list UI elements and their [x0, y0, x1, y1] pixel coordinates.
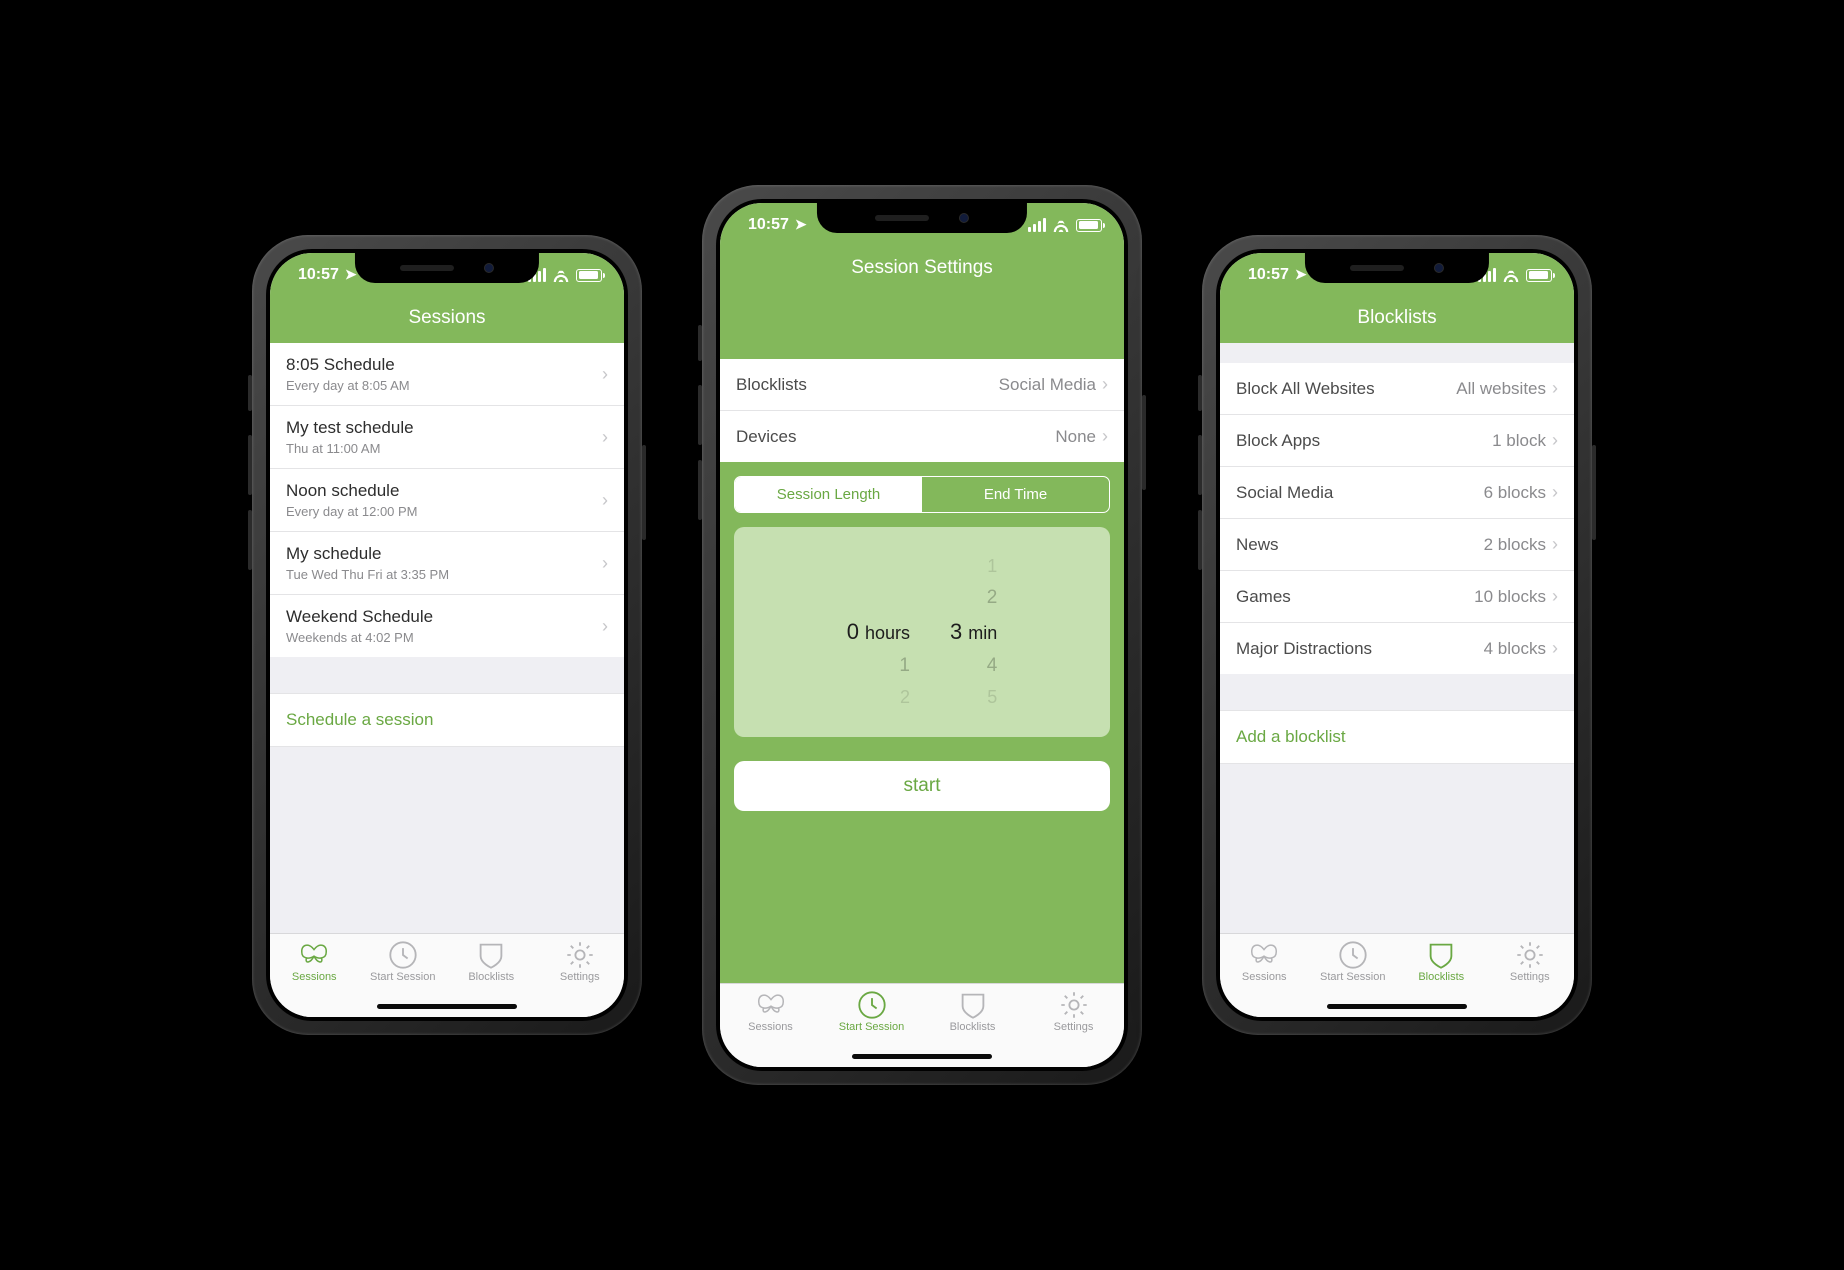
wifi-icon	[1502, 268, 1520, 282]
minutes-wheel[interactable]: 1 2 3min 4 5	[950, 556, 997, 708]
wifi-icon	[1052, 218, 1070, 232]
tab-blocklists[interactable]: Blocklists	[922, 992, 1023, 1033]
hours-wheel[interactable]: 0hours 1 2	[847, 556, 910, 708]
phone-session-settings: 10:57 ➤ Session Settings Blocklists Soci…	[702, 185, 1142, 1085]
gear-icon	[565, 942, 595, 968]
blocklist-row[interactable]: Social Media 6 blocks›	[1220, 467, 1574, 519]
status-time: 10:57	[1248, 266, 1289, 284]
session-row[interactable]: Noon scheduleEvery day at 12:00 PM ›	[270, 469, 624, 532]
tab-settings[interactable]: Settings	[536, 942, 625, 983]
notch	[355, 253, 539, 283]
chevron-right-icon: ›	[1552, 638, 1558, 658]
battery-icon	[1076, 219, 1102, 232]
clock-icon	[388, 942, 418, 968]
segment-end-time[interactable]: End Time	[922, 477, 1109, 512]
shield-icon	[958, 992, 988, 1018]
tab-bar: Sessions Start Session Blocklists Settin…	[1220, 933, 1574, 1017]
tab-start-session[interactable]: Start Session	[821, 992, 922, 1033]
add-blocklist-button[interactable]: Add a blocklist	[1220, 710, 1574, 764]
tab-sessions[interactable]: Sessions	[720, 992, 821, 1033]
blocklist-row[interactable]: Block Apps 1 block›	[1220, 415, 1574, 467]
chevron-right-icon: ›	[1102, 426, 1108, 446]
chevron-right-icon: ›	[602, 364, 608, 385]
tab-start-session[interactable]: Start Session	[1309, 942, 1398, 983]
session-row[interactable]: Weekend ScheduleWeekends at 4:02 PM ›	[270, 595, 624, 657]
shield-icon	[476, 942, 506, 968]
chevron-right-icon: ›	[602, 616, 608, 637]
chevron-right-icon: ›	[1552, 430, 1558, 450]
home-indicator[interactable]	[377, 1004, 517, 1009]
status-time: 10:57	[748, 216, 789, 234]
butterfly-icon	[1249, 942, 1279, 968]
session-row[interactable]: 8:05 ScheduleEvery day at 8:05 AM ›	[270, 343, 624, 406]
sessions-list: 8:05 ScheduleEvery day at 8:05 AM › My t…	[270, 343, 624, 657]
battery-icon	[1526, 269, 1552, 282]
location-icon: ➤	[795, 216, 807, 233]
duration-picker[interactable]: 0hours 1 2 1 2 3min 4 5	[734, 527, 1110, 737]
duration-mode-segmented: Session Length End Time	[734, 476, 1110, 513]
page-title: Session Settings	[720, 247, 1124, 293]
chevron-right-icon: ›	[602, 427, 608, 448]
tab-settings[interactable]: Settings	[1486, 942, 1575, 983]
tab-bar: Sessions Start Session Blocklists Settin…	[270, 933, 624, 1017]
chevron-right-icon: ›	[1102, 374, 1108, 394]
shield-icon	[1426, 942, 1456, 968]
chevron-right-icon: ›	[602, 553, 608, 574]
butterfly-icon	[299, 942, 329, 968]
tab-start-session[interactable]: Start Session	[359, 942, 448, 983]
session-row[interactable]: My test scheduleThu at 11:00 AM ›	[270, 406, 624, 469]
blocklist-row[interactable]: Major Distractions 4 blocks›	[1220, 623, 1574, 674]
page-title: Sessions	[270, 297, 624, 343]
session-row[interactable]: My scheduleTue Wed Thu Fri at 3:35 PM ›	[270, 532, 624, 595]
home-indicator[interactable]	[1327, 1004, 1467, 1009]
tab-bar: Sessions Start Session Blocklists Settin…	[720, 983, 1124, 1067]
wifi-icon	[552, 268, 570, 282]
tab-settings[interactable]: Settings	[1023, 992, 1124, 1033]
segment-session-length[interactable]: Session Length	[735, 477, 922, 512]
clock-icon	[1338, 942, 1368, 968]
clock-icon	[857, 992, 887, 1018]
blocklist-row[interactable]: News 2 blocks›	[1220, 519, 1574, 571]
chevron-right-icon: ›	[1552, 378, 1558, 398]
phone-sessions: 10:57 ➤ Sessions 8:05 ScheduleEvery day …	[252, 235, 642, 1035]
blocklist-row[interactable]: Games 10 blocks›	[1220, 571, 1574, 623]
chevron-right-icon: ›	[602, 490, 608, 511]
notch	[817, 203, 1027, 233]
tab-sessions[interactable]: Sessions	[1220, 942, 1309, 983]
chevron-right-icon: ›	[1552, 482, 1558, 502]
chevron-right-icon: ›	[1552, 586, 1558, 606]
phone-blocklists: 10:57 ➤ Blocklists Block All Websites Al…	[1202, 235, 1592, 1035]
butterfly-icon	[756, 992, 786, 1018]
tab-blocklists[interactable]: Blocklists	[1397, 942, 1486, 983]
schedule-session-button[interactable]: Schedule a session	[270, 693, 624, 747]
tab-sessions[interactable]: Sessions	[270, 942, 359, 983]
status-time: 10:57	[298, 266, 339, 284]
start-button[interactable]: start	[734, 761, 1110, 811]
notch	[1305, 253, 1489, 283]
blocklists-row[interactable]: Blocklists Social Media›	[720, 359, 1124, 411]
gear-icon	[1515, 942, 1545, 968]
signal-icon	[1028, 218, 1046, 232]
tab-blocklists[interactable]: Blocklists	[447, 942, 536, 983]
blocklists-list: Block All Websites All websites› Block A…	[1220, 363, 1574, 674]
chevron-right-icon: ›	[1552, 534, 1558, 554]
gear-icon	[1059, 992, 1089, 1018]
blocklist-row[interactable]: Block All Websites All websites›	[1220, 363, 1574, 415]
home-indicator[interactable]	[852, 1054, 992, 1059]
battery-icon	[576, 269, 602, 282]
page-title: Blocklists	[1220, 297, 1574, 343]
devices-row[interactable]: Devices None›	[720, 411, 1124, 462]
